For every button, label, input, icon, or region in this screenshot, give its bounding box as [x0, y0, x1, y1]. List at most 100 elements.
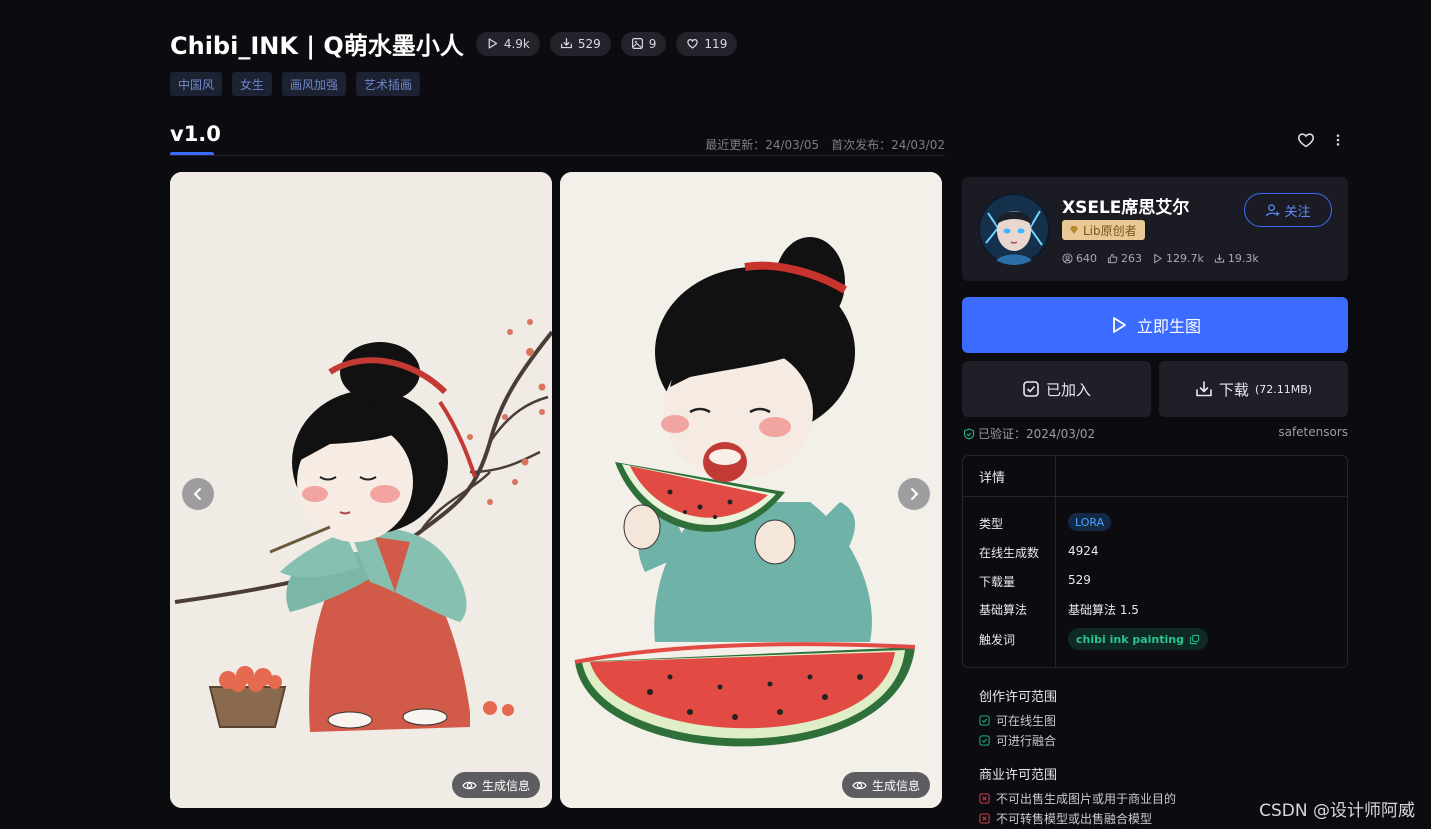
added-button[interactable]: 已加入	[962, 361, 1151, 417]
generate-button[interactable]: 立即生图	[962, 297, 1348, 353]
creator-stats: 640 263 129.7k 19.3k	[1062, 252, 1259, 265]
license-denied-text: 不可转售模型或出售融合模型	[996, 812, 1153, 826]
chevron-left-icon	[193, 488, 201, 500]
detail-value-base-model: 基础算法 1.5	[1068, 603, 1139, 617]
x-box-icon	[979, 813, 990, 824]
detail-value-trigger: chibi ink painting	[1068, 628, 1208, 650]
detail-label-base-model: 基础算法	[979, 603, 1028, 617]
updated-date: 最近更新：24/03/05	[705, 138, 820, 152]
download-button[interactable]: 下载 (72.11MB)	[1159, 361, 1348, 417]
favorite-heart-icon[interactable]	[1296, 130, 1316, 150]
generation-info-button[interactable]: 生成信息	[451, 772, 540, 798]
play-icon	[1113, 317, 1126, 333]
details-title: 详情	[963, 456, 1347, 497]
follow-button[interactable]: 关注	[1244, 193, 1332, 227]
verify-row: 已验证：2024/03/02 safetensors	[963, 425, 1348, 442]
creator-card: XSELE席思艾尔 Lib原创者 640 263 129.7k 19.3k 关注	[962, 177, 1348, 281]
follow-label: 关注	[1284, 204, 1311, 220]
generation-info-label: 生成信息	[871, 778, 920, 793]
watermark: CSDN @设计师阿威	[1259, 801, 1415, 821]
stat-runs: 4.9k	[475, 31, 540, 56]
tag-item[interactable]: 中国风	[170, 72, 223, 96]
tag-item[interactable]: 女生	[232, 72, 273, 96]
commercial-license-title: 商业许可范围	[979, 768, 1058, 783]
verified-text: 已验证：2024/03/02	[978, 427, 1096, 441]
details-divider	[1055, 456, 1056, 667]
eye-icon	[462, 781, 477, 789]
download-icon	[1196, 381, 1212, 397]
x-box-icon	[979, 793, 990, 804]
creator-followers-value: 640	[1076, 252, 1097, 265]
creator-downloads: 19.3k	[1214, 252, 1259, 265]
model-title: Chibi_INK | Q萌水墨小人	[170, 32, 464, 60]
detail-value-downloads: 529	[1068, 573, 1091, 587]
shield-check-icon	[964, 427, 974, 440]
creator-name[interactable]: XSELE席思艾尔	[1062, 193, 1189, 218]
creative-license-title: 创作许可范围	[979, 690, 1058, 705]
download-label: 下载	[1218, 380, 1249, 399]
detail-label-downloads: 下载量	[979, 575, 1016, 589]
generation-info-label: 生成信息	[481, 778, 530, 793]
download-icon	[560, 38, 572, 49]
details-panel: 详情 类型 LORA 在线生成数 4924 下载量 529 基础算法 基础算法 …	[962, 455, 1348, 668]
diamond-icon	[1070, 226, 1078, 234]
stat-likes: 119	[676, 31, 738, 56]
gallery-next-button[interactable]	[898, 478, 930, 510]
tag-list: 中国风 女生 画风加强 艺术插画	[170, 72, 421, 96]
copy-icon	[1189, 634, 1200, 644]
avatar[interactable]	[978, 193, 1050, 265]
generation-info-button[interactable]: 生成信息	[841, 772, 930, 798]
gallery-image-1[interactable]: 生成信息	[170, 172, 552, 808]
license-allowed-item: 可在线生图	[979, 712, 1056, 729]
creator-runs: 129.7k	[1152, 252, 1204, 265]
tag-item[interactable]: 画风加强	[282, 72, 347, 96]
check-box-icon	[979, 715, 990, 726]
creator-followers: 640	[1062, 252, 1097, 265]
tag-item[interactable]: 艺术插画	[356, 72, 421, 96]
image-icon	[631, 38, 643, 49]
gallery-prev-button[interactable]	[182, 478, 214, 510]
license-denied-item: 不可转售模型或出售融合模型	[979, 810, 1152, 827]
version-dates: 最近更新：24/03/05 首次发布：24/03/02	[705, 136, 945, 153]
stat-images-value: 9	[648, 36, 657, 51]
chibi-watermelon-illustration	[560, 172, 942, 808]
detail-label-online-gens: 在线生成数	[979, 546, 1040, 560]
tab-version[interactable]: v1.0	[170, 122, 221, 146]
creator-runs-value: 129.7k	[1166, 252, 1204, 265]
stat-images: 9	[620, 31, 667, 56]
download-size: (72.11MB)	[1254, 382, 1313, 396]
play-icon	[1154, 253, 1162, 264]
play-icon	[488, 38, 497, 49]
license-allowed-text: 可在线生图	[996, 714, 1057, 728]
license-denied-item: 不可出售生成图片或用于商业目的	[979, 790, 1176, 807]
title-row: Chibi_INK | Q萌水墨小人 4.9k 529 9 119	[170, 26, 738, 61]
license-allowed-item: 可进行融合	[979, 732, 1056, 749]
detail-label-type: 类型	[979, 517, 1004, 531]
stat-downloads-value: 529	[577, 36, 601, 51]
creator-likes: 263	[1107, 252, 1142, 265]
added-label: 已加入	[1045, 380, 1091, 399]
creator-badge: Lib原创者	[1062, 220, 1145, 240]
eye-icon	[852, 781, 867, 789]
stat-downloads: 529	[549, 31, 611, 56]
generate-label: 立即生图	[1136, 317, 1201, 336]
top-actions	[1296, 130, 1346, 150]
detail-value-type: LORA	[1068, 513, 1112, 531]
detail-value-online-gens: 4924	[1068, 544, 1099, 558]
detail-label-trigger: 触发词	[979, 633, 1016, 647]
stat-likes-value: 119	[704, 36, 728, 51]
more-menu-icon[interactable]	[1330, 130, 1346, 150]
creator-badge-label: Lib原创者	[1083, 223, 1137, 238]
divider	[170, 155, 945, 156]
check-box-icon	[979, 735, 990, 746]
creator-downloads-value: 19.3k	[1227, 252, 1259, 265]
file-format: safetensors	[1278, 425, 1348, 439]
chibi-girl-plum-illustration	[170, 172, 552, 808]
gallery-image-2[interactable]: 生成信息	[560, 172, 942, 808]
creator-likes-value: 263	[1121, 252, 1142, 265]
heart-icon	[687, 39, 699, 49]
lora-tag: LORA	[1068, 513, 1112, 531]
add-user-icon	[1266, 203, 1281, 216]
creator-avatar-image	[978, 193, 1050, 265]
trigger-word-tag[interactable]: chibi ink painting	[1068, 628, 1208, 650]
